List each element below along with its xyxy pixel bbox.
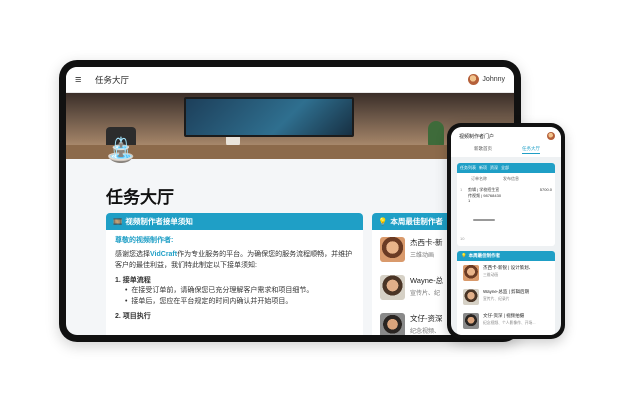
phone-best-makers-card: 💡 本周最佳制作者 杰西卡-新锐 | 设计策划、 三维动画 Wayne-总监 | … xyxy=(457,251,555,335)
notice-body: 尊敬的视频制作者: 感谢您选择VidCraft作为专业服务的平台。为确保您的服务… xyxy=(106,230,363,329)
tab-task-hall[interactable]: 任务大厅 xyxy=(522,146,540,154)
phone-header: 视频制作者门户 新歌首页 任务大厅 xyxy=(451,127,561,157)
best-makers-title: 本周最佳制作者 xyxy=(390,217,443,226)
maker-avatar xyxy=(463,265,479,281)
phone-device: 视频制作者门户 新歌首页 任务大厅 任务列表 新项 资深 全部 订单名称 发布信 xyxy=(447,123,565,339)
filter-chips: 任务列表 新项 资深 全部 xyxy=(457,163,555,173)
film-icon: 🎞️ xyxy=(113,217,123,226)
maker-desc: 宣传片、纪录片 xyxy=(483,297,510,301)
maker-desc: 三维动画 xyxy=(410,253,435,259)
row-text-line: 1 xyxy=(468,198,471,204)
phone-best-makers-title: 本周最佳制作者 xyxy=(468,253,501,258)
section-heading: 2. 项目执行 xyxy=(115,313,151,321)
phone-tabs: 新歌首页 任务大厅 xyxy=(459,146,555,154)
notice-card: 🎞️ 视频制作者接单须知 尊敬的视频制作者: 感谢您选择VidCraft作为专业… xyxy=(106,213,363,335)
maker-item[interactable]: 杰西卡-新锐 | 设计策划、 三维动画 xyxy=(457,261,555,285)
row-amount: 5700.0 xyxy=(539,187,552,192)
chip-all[interactable]: 全部 xyxy=(501,165,509,171)
tab-home[interactable]: 新歌首页 xyxy=(474,146,492,154)
phone-screen: 视频制作者门户 新歌首页 任务大厅 任务列表 新项 资深 全部 订单名称 发布信 xyxy=(451,127,561,335)
maker-name: Wayne-总监 | 剪辑后期 xyxy=(483,289,530,294)
lightbulb-icon: 💡 xyxy=(461,253,467,258)
fountain-icon: ⛲ xyxy=(106,137,136,164)
maker-avatar xyxy=(380,237,405,262)
page-number: 10 xyxy=(460,236,465,241)
maker-name: Wayne-总 xyxy=(410,276,444,285)
intro-text: 感谢您选择 xyxy=(115,250,150,258)
notice-header: 🎞️ 视频制作者接单须知 xyxy=(106,213,363,230)
maker-avatar xyxy=(380,313,405,335)
maker-desc: 纪念视频、个人影像作、开场... xyxy=(483,321,536,325)
avatar[interactable] xyxy=(547,132,555,140)
maker-desc: 宣传片、纪 xyxy=(410,291,441,297)
maker-avatar xyxy=(463,313,479,329)
top-bar: ≡ 任务大厅 Johnny xyxy=(66,67,514,93)
app-title: 任务大厅 xyxy=(95,74,130,85)
table-row[interactable]: 1 剪辑 | 学校招生宣 传视频 | 98768430 1 5700.0 xyxy=(457,182,555,204)
maker-avatar xyxy=(463,289,479,305)
maker-item[interactable]: Wayne-总监 | 剪辑后期 宣传片、纪录片 xyxy=(457,285,555,309)
column-header: 订单名称 xyxy=(471,176,487,181)
phone-app-title: 视频制作者门户 xyxy=(459,133,495,140)
notice-title: 视频制作者接单须知 xyxy=(125,217,193,226)
maker-name: 文仔-资深 xyxy=(410,314,443,323)
maker-name: 文仔-资深 | 视频拍摄 xyxy=(483,313,525,318)
user-name: Johnny xyxy=(482,76,505,83)
row-text-line: 传视频 | 98768430 xyxy=(468,192,502,198)
task-list-card: 任务列表 新项 资深 全部 订单名称 发布信息 1 剪辑 | 学校招生宣 传视频… xyxy=(457,163,555,246)
list-item-text: 在接受订单前，请确保您已充分理解客户需求和项目细节。 xyxy=(131,287,314,295)
row-text-line: 剪辑 | 学校招生宣 xyxy=(468,187,500,192)
row-text: 剪辑 | 学校招生宣 传视频 | 98768430 1 xyxy=(468,187,540,204)
chip-senior[interactable]: 资深 xyxy=(490,165,498,171)
list-item: • 接单后，您应在平台规定的时间内确认并开始项目。 xyxy=(125,298,293,306)
row-index: 1 xyxy=(460,187,463,192)
hamburger-menu-icon[interactable]: ≡ xyxy=(75,74,89,86)
table-header: 订单名称 发布信息 xyxy=(457,173,555,182)
brand-link[interactable]: VidCraft xyxy=(150,251,177,258)
scrollbar[interactable] xyxy=(473,219,495,221)
page-title: 任务大厅 xyxy=(106,188,174,207)
list-item-text: 接单后，您应在平台规定的时间内确认并开始项目。 xyxy=(131,298,293,306)
list-item: • 在接受订单前，请确保您已充分理解客户需求和项目细节。 xyxy=(125,287,314,295)
lightbulb-icon: 💡 xyxy=(378,217,388,226)
user-menu[interactable]: Johnny xyxy=(468,74,505,85)
chip-new[interactable]: 新项 xyxy=(479,165,487,171)
phone-best-makers-header: 💡 本周最佳制作者 xyxy=(457,251,555,261)
notice-greeting: 尊敬的视频制作者: xyxy=(115,237,174,244)
maker-desc: 三维动画 xyxy=(483,273,499,277)
notice-intro: 感谢您选择VidCraft作为专业服务的平台。为确保您的服务流程顺畅，并维护客户… xyxy=(115,250,354,272)
section-heading: 1. 接单流程 xyxy=(115,276,151,284)
chip-task-list[interactable]: 任务列表 xyxy=(460,165,476,171)
column-header: 发布信息 xyxy=(503,176,519,181)
maker-item[interactable]: 文仔-资深 | 视频拍摄纪念视频、个人影像作、开场... xyxy=(457,309,555,333)
maker-name: 杰西卡-新 xyxy=(410,238,443,247)
avatar xyxy=(468,74,480,85)
maker-name: 杰西卡-新锐 | 设计策划、 xyxy=(483,265,534,270)
maker-avatar xyxy=(380,275,405,300)
showcase-stage: ≡ 任务大厅 Johnny ⛲ 任务大厅 🎞️ 视频制作者接单须知 尊敬的视频制… xyxy=(0,0,624,400)
maker-desc: 纪念视频、 xyxy=(410,329,441,335)
